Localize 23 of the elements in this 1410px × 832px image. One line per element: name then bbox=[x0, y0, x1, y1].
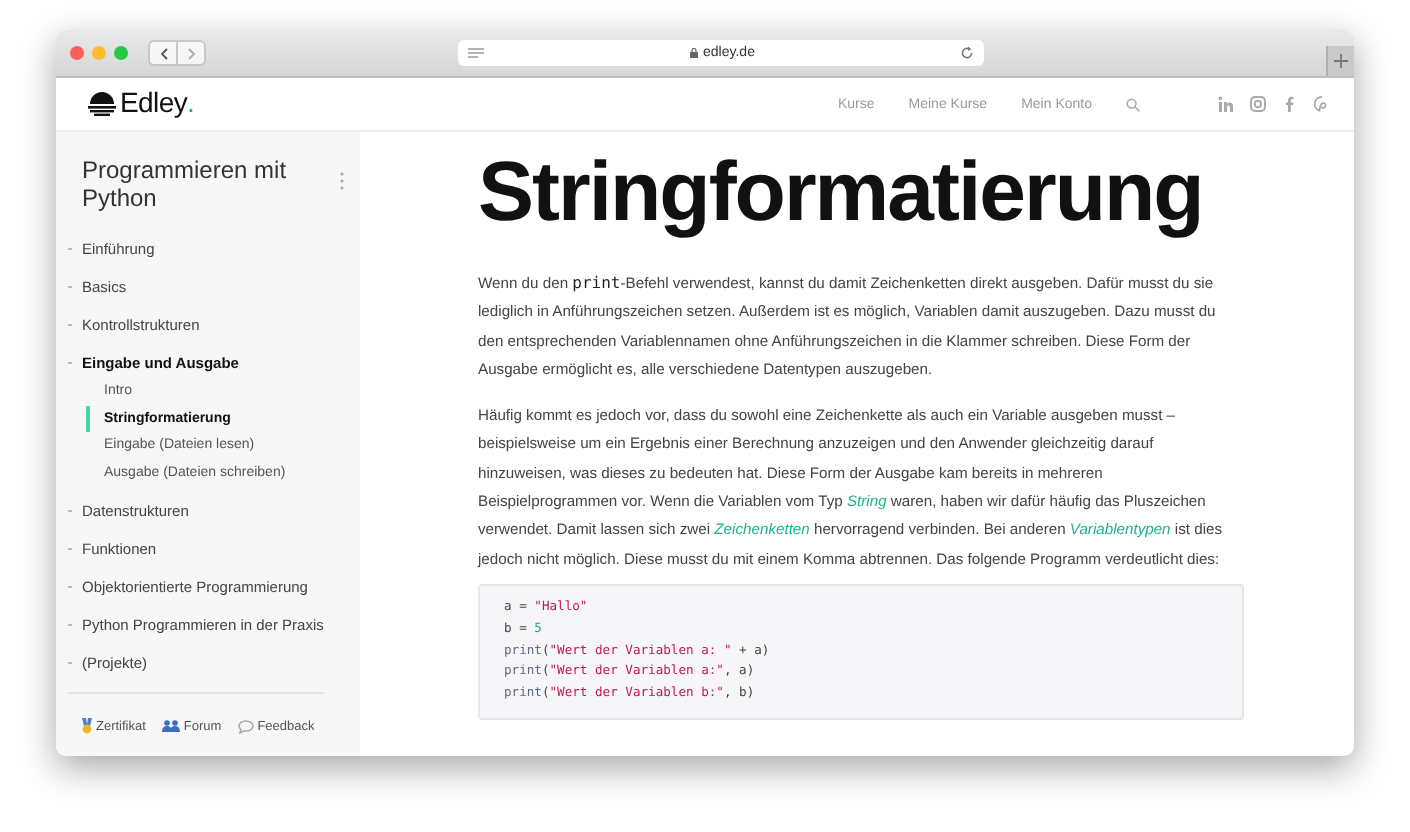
facebook-icon[interactable] bbox=[1286, 96, 1294, 112]
logo-dot: . bbox=[187, 86, 195, 118]
medal-icon bbox=[82, 718, 92, 734]
chevron-right-icon[interactable] bbox=[187, 47, 195, 59]
lock-icon bbox=[689, 48, 698, 58]
search-icon[interactable] bbox=[1126, 97, 1140, 111]
new-tab-button[interactable] bbox=[1326, 46, 1354, 76]
zoom-button[interactable] bbox=[114, 46, 128, 60]
pinterest-icon[interactable] bbox=[1314, 96, 1327, 112]
logo-icon[interactable] bbox=[88, 92, 116, 116]
speech-bubble-icon bbox=[237, 719, 254, 733]
logo-text[interactable]: Edley bbox=[120, 86, 188, 118]
course-title: Programmieren mit Python bbox=[82, 156, 289, 212]
instagram-icon[interactable] bbox=[1250, 96, 1266, 112]
reload-icon[interactable] bbox=[960, 46, 974, 60]
minimize-button[interactable] bbox=[92, 46, 106, 60]
reader-icon[interactable] bbox=[468, 47, 484, 59]
people-icon bbox=[161, 720, 180, 732]
close-button[interactable] bbox=[70, 46, 84, 60]
linkedin-icon[interactable] bbox=[1218, 96, 1233, 112]
chevron-left-icon[interactable] bbox=[159, 47, 167, 59]
page-title: Stringformatierung bbox=[478, 144, 1205, 240]
plus-icon[interactable] bbox=[1334, 54, 1348, 68]
